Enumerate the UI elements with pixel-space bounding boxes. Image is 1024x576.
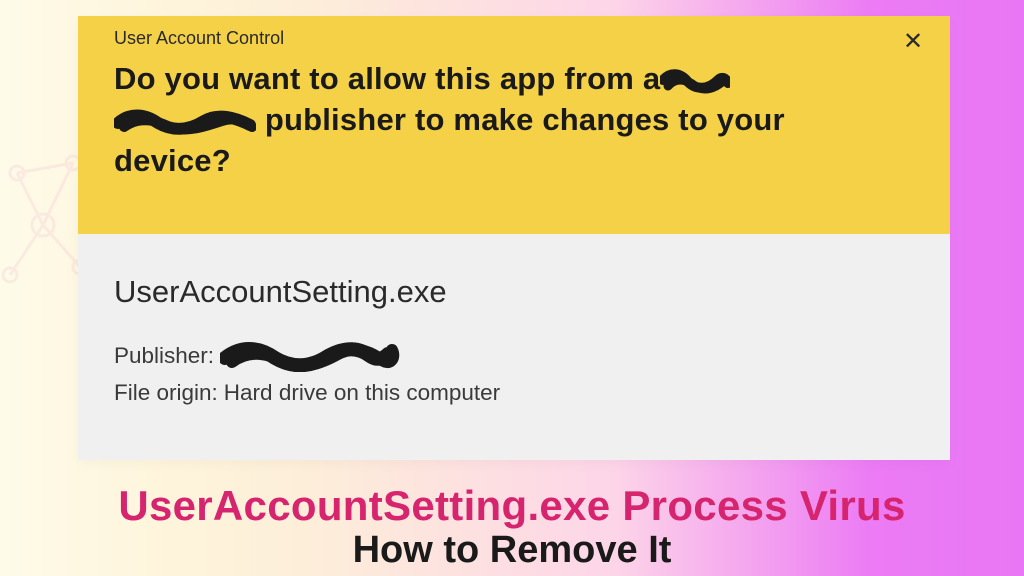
file-origin-value: Hard drive on this computer <box>224 380 500 406</box>
uac-question-line2: publisher to make changes to your <box>265 102 785 137</box>
publisher-row: Publisher: <box>114 340 914 372</box>
article-subtitle: How to Remove It <box>353 529 672 572</box>
publisher-label: Publisher: <box>114 343 214 369</box>
file-origin-row: File origin: Hard drive on this computer <box>114 380 914 406</box>
uac-question-text: Do you want to allow this app from a pub… <box>114 59 914 182</box>
uac-question-line3: device? <box>114 143 231 178</box>
program-name: UserAccountSetting.exe <box>114 274 914 310</box>
uac-header: ✕ User Account Control Do you want to al… <box>78 16 950 234</box>
uac-body: UserAccountSetting.exe Publisher: File o… <box>78 234 950 460</box>
redaction-scribble-2 <box>114 100 256 141</box>
close-icon: ✕ <box>903 27 923 56</box>
uac-dialog: ✕ User Account Control Do you want to al… <box>78 16 950 460</box>
redaction-scribble-1 <box>660 59 730 100</box>
file-origin-label: File origin: <box>114 380 218 406</box>
uac-title: User Account Control <box>114 28 914 49</box>
article-title: UserAccountSetting.exe Process Virus <box>118 482 905 530</box>
uac-question-line1: Do you want to allow this app from a <box>114 61 660 96</box>
redaction-scribble-publisher <box>220 340 400 372</box>
close-button[interactable]: ✕ <box>898 26 928 56</box>
